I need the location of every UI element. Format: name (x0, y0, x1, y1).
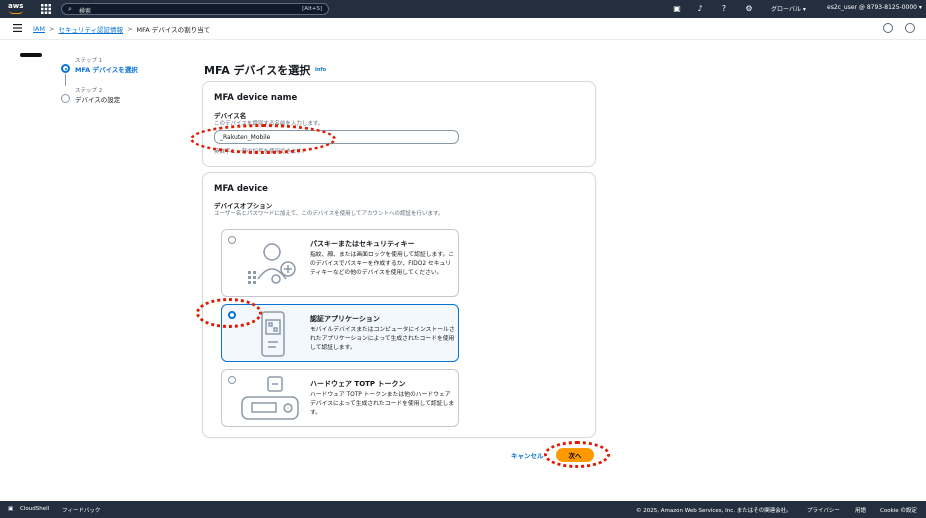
top-navigation-bar: aws ⌕ 検索 [Alt+S] ▣ ♪ ? ⚙ グローバル ▾ es2c_us… (0, 0, 926, 18)
option-authenticator-app[interactable]: 認証アプリケーション モバイルデバイスまたはコンピュータにインストールされたアプ… (221, 304, 459, 362)
search-input[interactable]: ⌕ 検索 [Alt+S] (61, 3, 329, 15)
search-shortcut: [Alt+S] (302, 5, 322, 12)
option-title: ハードウェア TOTP トークン (310, 380, 406, 388)
info-panel-icon[interactable] (883, 23, 893, 33)
breadcrumb-current: MFA デバイスの割り当て (136, 26, 211, 34)
cloudshell-link[interactable]: CloudShell (20, 506, 49, 512)
hardware-token-illustration-icon (241, 376, 299, 420)
authenticator-app-illustration-icon (261, 311, 285, 357)
help-icon[interactable]: ? (719, 4, 729, 14)
privacy-link[interactable]: プライバシー (807, 506, 840, 514)
device-options-description: ユーザー名とパスワードに加えて、このデバイスを使用してアカウントへの認証を行いま… (214, 211, 444, 217)
option-hardware-totp[interactable]: ハードウェア TOTP トークン ハードウェア TOTP トークンまたは他のハー… (221, 369, 459, 427)
wizard-steps: ステップ 1 MFA デバイスを選択 ステップ 2 デバイスの設定 (60, 56, 180, 116)
cookie-settings-link[interactable]: Cookie の設定 (880, 506, 917, 514)
radio-button-selected[interactable] (228, 311, 236, 319)
step-2: ステップ 2 デバイスの設定 (60, 86, 180, 116)
footer: ▣ CloudShell フィードバック © 2025, Amazon Web … (0, 501, 926, 518)
info-link[interactable]: Info (315, 67, 326, 73)
terms-link[interactable]: 用語 (855, 506, 866, 514)
device-name-constraint: 英数字と一部の記号を使用できます。 (214, 149, 307, 155)
option-passkey[interactable]: パスキーまたはセキュリティキー 指紋、顔、または画面ロックを使用して認証します。… (221, 229, 459, 297)
breadcrumb-separator: > (48, 25, 55, 33)
next-button[interactable]: 次へ (556, 448, 594, 462)
step-number: ステップ 2 (75, 88, 103, 94)
step-number: ステップ 1 (75, 58, 103, 64)
gear-icon[interactable]: ⚙ (744, 4, 754, 14)
step-active-icon (61, 64, 70, 73)
cancel-button[interactable]: キャンセル (511, 450, 544, 460)
breadcrumb: IAM > セキュリティ認証情報 > MFA デバイスの割り当て (33, 24, 210, 34)
cloudshell-icon[interactable]: ▣ (672, 4, 682, 14)
card-heading: MFA device name (214, 93, 298, 103)
device-name-input[interactable] (214, 130, 459, 144)
services-grid-icon[interactable] (41, 4, 51, 14)
option-title: パスキーまたはセキュリティキー (310, 240, 415, 248)
aws-logo[interactable]: aws (8, 2, 26, 15)
step-1[interactable]: ステップ 1 MFA デバイスを選択 (60, 56, 180, 86)
aws-smile-mark (9, 10, 23, 14)
option-description: モバイルデバイスまたはコンピュータにインストールされたアプリケーションによって生… (310, 327, 455, 351)
bell-icon[interactable]: ♪ (695, 4, 705, 14)
option-description: 指紋、顔、または画面ロックを使用して認証します。このデバイスでパスキーを作成する… (310, 252, 455, 276)
step-title: MFA デバイスを選択 (75, 66, 138, 74)
page-title: MFA デバイスを選択 (204, 64, 311, 77)
device-name-description: このデバイスを識別する名前を入力します。 (214, 121, 324, 127)
breadcrumb-security-credentials[interactable]: セキュリティ認証情報 (58, 24, 123, 34)
cloudshell-icon[interactable]: ▣ (8, 506, 13, 512)
option-title: 認証アプリケーション (310, 315, 380, 323)
clock-icon[interactable] (905, 23, 915, 33)
card-heading: MFA device (214, 184, 268, 194)
breadcrumb-separator: > (127, 25, 133, 33)
aws-logo-text: aws (8, 2, 24, 10)
search-icon: ⌕ (68, 5, 72, 13)
radio-button[interactable] (228, 236, 236, 244)
breadcrumb-iam[interactable]: IAM (33, 25, 45, 33)
search-placeholder: 検索 (79, 7, 92, 15)
copyright-text: © 2025, Amazon Web Services, Inc. またはその関… (636, 508, 792, 514)
option-description: ハードウェア TOTP トークンまたは他のハードウェアデバイスによって生成された… (310, 392, 455, 416)
account-menu[interactable]: es2c_user @ 8793-8125-0000 ▾ (827, 4, 922, 11)
mfa-device-card: MFA device デバイスオプション ユーザー名とパスワードに加えて、このデ… (202, 172, 596, 438)
passkey-illustration-icon (248, 243, 296, 284)
step-pending-icon (61, 94, 70, 103)
redaction-mark (20, 53, 42, 57)
menu-icon[interactable] (13, 24, 22, 32)
mfa-device-name-card: MFA device name デバイス名 このデバイスを識別する名前を入力しま… (202, 81, 596, 167)
breadcrumb-bar: IAM > セキュリティ認証情報 > MFA デバイスの割り当て (0, 18, 926, 40)
radio-button[interactable] (228, 376, 236, 384)
feedback-link[interactable]: フィードバック (62, 506, 100, 514)
step-title: デバイスの設定 (75, 96, 121, 104)
step-connector (65, 74, 66, 86)
region-selector[interactable]: グローバル ▾ (771, 4, 806, 13)
